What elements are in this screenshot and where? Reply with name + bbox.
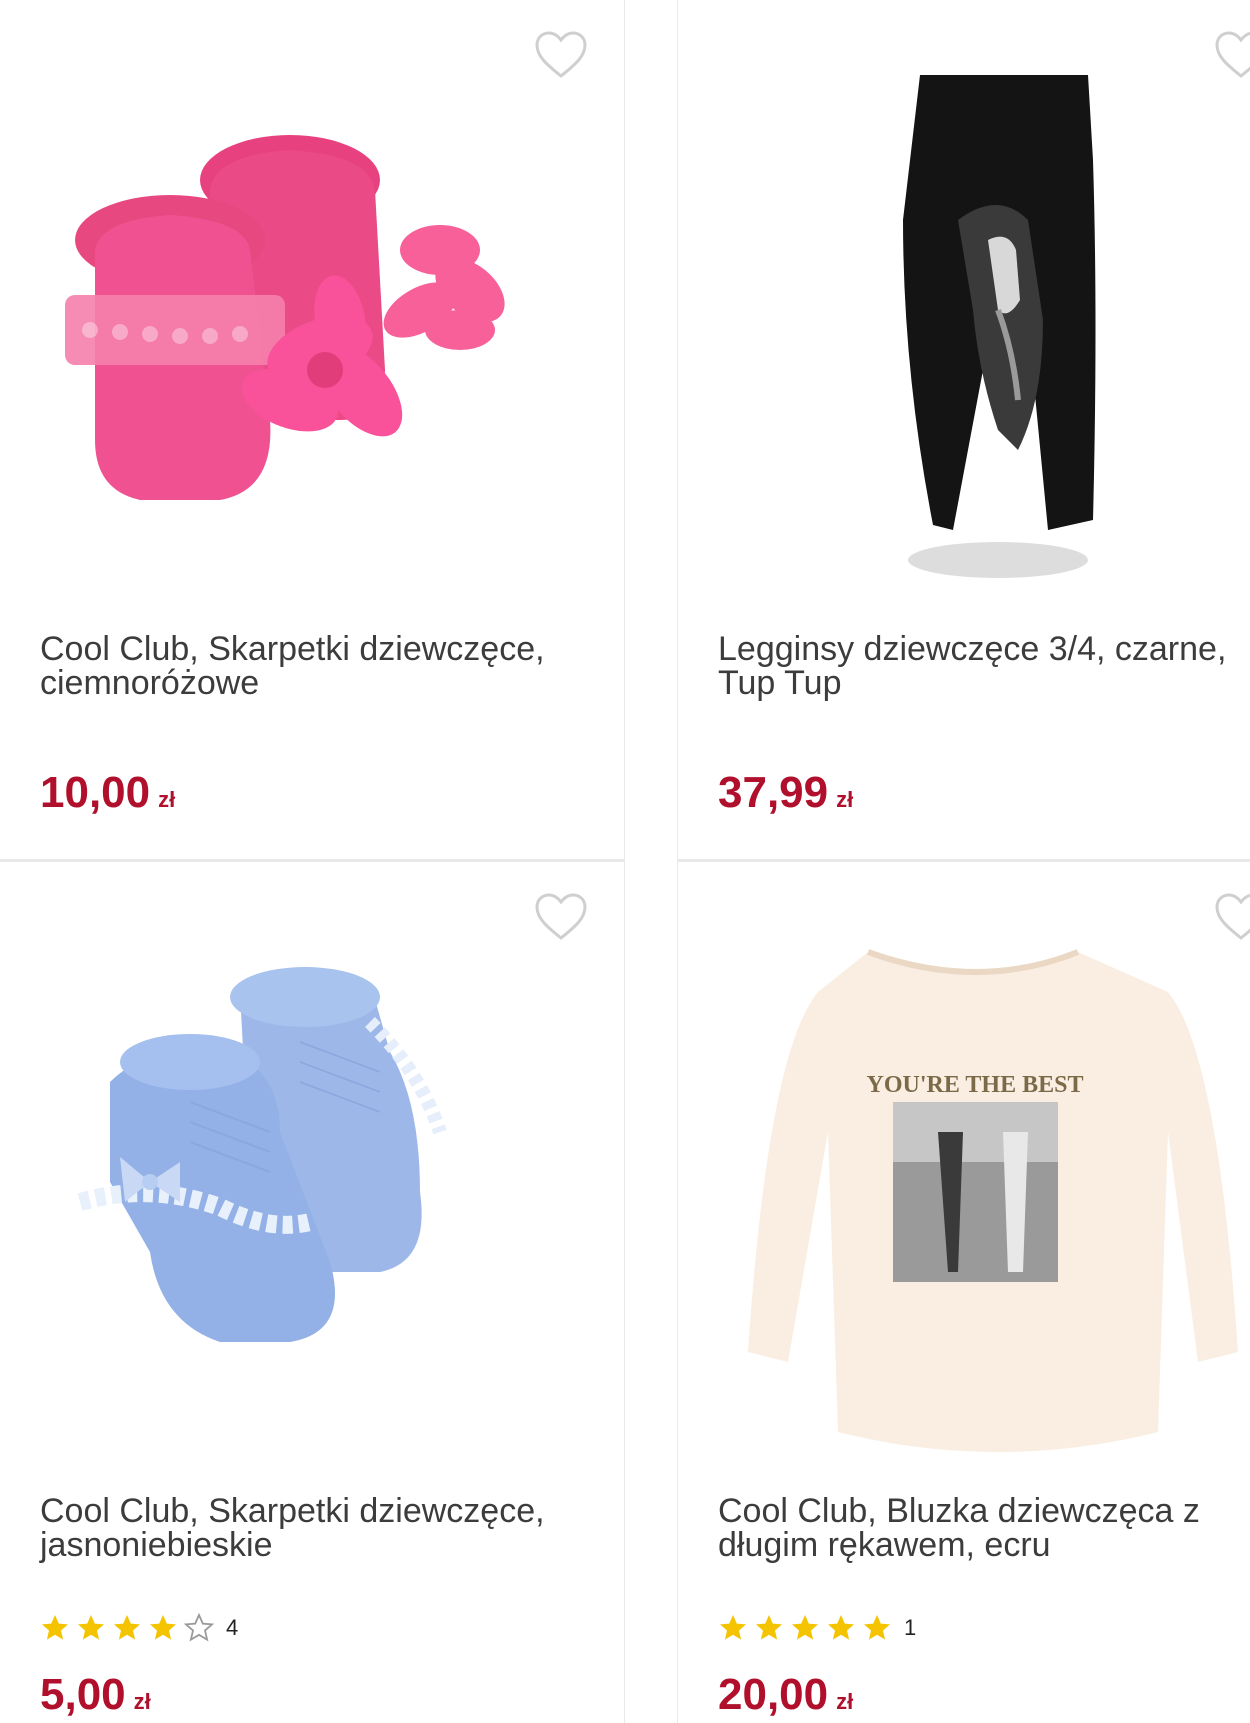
product-title[interactable]: Legginsy dziewczęce 3/4, czarne, Tup Tup	[718, 632, 1238, 700]
price-currency: zł	[133, 1689, 151, 1714]
blue-baby-socks-image[interactable]	[40, 932, 600, 1452]
price-currency: zł	[158, 787, 176, 812]
product-card[interactable]: YOU'RE THE BEST Cool Club, Bluzka dziewc…	[678, 862, 1250, 1723]
star-filled-icon	[150, 1615, 176, 1640]
price-currency: zł	[836, 1689, 854, 1714]
product-price: 37,99 zł	[718, 768, 853, 818]
rating: 4	[40, 1608, 238, 1648]
price-amount: 20,00	[718, 1670, 829, 1719]
star-filled-icon	[864, 1615, 890, 1640]
star-filled-icon	[792, 1615, 818, 1640]
price-amount: 10,00	[40, 768, 151, 817]
ecru-long-sleeve-shirt-image[interactable]: YOU'RE THE BEST	[698, 932, 1250, 1452]
product-title[interactable]: Cool Club, Skarpetki dziewczęce, ciemnor…	[40, 632, 580, 700]
product-price: 5,00 zł	[40, 1670, 151, 1720]
product-title[interactable]: Cool Club, Bluzka dziewczęca z długim rę…	[718, 1494, 1238, 1562]
star-filled-icon	[78, 1615, 104, 1640]
rating: 1	[718, 1608, 916, 1648]
star-filled-icon	[720, 1615, 746, 1640]
price-amount: 5,00	[40, 1670, 126, 1719]
black-leggings-image[interactable]	[698, 70, 1250, 590]
product-price: 20,00 zł	[718, 1670, 853, 1720]
product-card[interactable]: Cool Club, Skarpetki dziewczęce, jasnoni…	[0, 862, 624, 1723]
price-amount: 37,99	[718, 768, 829, 817]
star-filled-icon	[828, 1615, 854, 1640]
star-empty-icon	[184, 1613, 214, 1642]
rating-count: 4	[226, 1615, 239, 1640]
product-card[interactable]: Legginsy dziewczęce 3/4, czarne, Tup Tup…	[678, 0, 1250, 859]
star-filled-icon	[756, 1615, 782, 1640]
star-filled-icon	[114, 1615, 140, 1640]
product-title[interactable]: Cool Club, Skarpetki dziewczęce, jasnoni…	[40, 1494, 580, 1562]
product-price: 10,00 zł	[40, 768, 175, 818]
product-card[interactable]: Cool Club, Skarpetki dziewczęce, ciemnor…	[0, 0, 624, 859]
price-currency: zł	[836, 787, 854, 812]
rating-count: 1	[904, 1615, 917, 1640]
pink-baby-socks-image[interactable]	[40, 70, 600, 590]
shirt-print-text: YOU'RE THE BEST	[867, 1072, 1084, 1098]
star-filled-icon	[42, 1615, 68, 1640]
product-grid: Cool Club, Skarpetki dziewczęce, ciemnor…	[0, 0, 1250, 1723]
grid-gutter	[625, 0, 677, 1723]
